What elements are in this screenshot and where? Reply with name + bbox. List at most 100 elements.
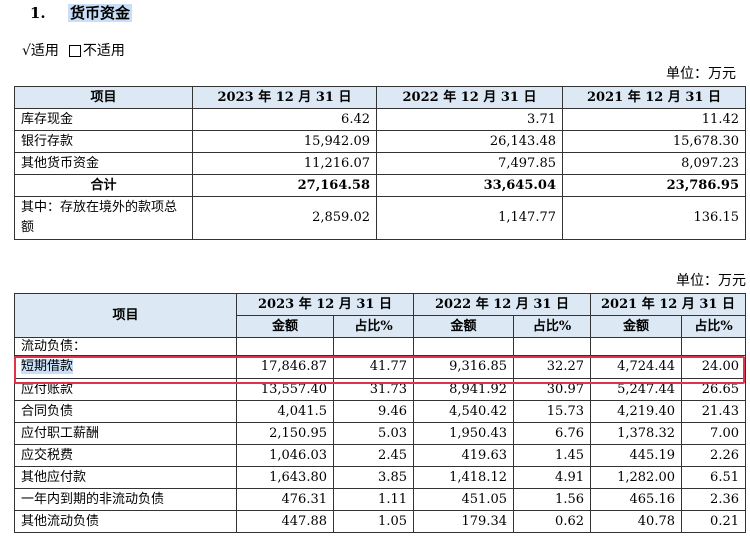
applicable-label: 适用 — [30, 43, 59, 59]
cell-value: 2,859.02 — [192, 196, 377, 240]
cell-value: 2.26 — [681, 444, 746, 467]
cell-value: 1,418.12 — [413, 466, 514, 489]
table-row: 库存现金 6.42 3.71 11.42 — [14, 108, 746, 131]
row-label: 其他流动负债 — [14, 510, 237, 533]
header-cell: 2021 年 12 月 31 日 — [562, 86, 746, 109]
empty-cell — [413, 337, 514, 356]
unchecked-box-icon — [68, 45, 81, 57]
cell-value: 476.31 — [236, 488, 334, 511]
cell-value: 27,164.58 — [192, 174, 377, 197]
row-label: 其他应付款 — [14, 466, 237, 489]
cell-value: 465.16 — [590, 488, 682, 511]
cell-value: 445.19 — [590, 444, 682, 467]
section-title: 货币资金 — [68, 4, 133, 22]
cell-value: 2.36 — [681, 488, 746, 511]
table-row: 应交税费 1,046.03 2.45 419.63 1.45 445.19 2.… — [14, 444, 746, 467]
header-cell: 2021 年 12 月 31 日 — [590, 293, 746, 316]
table-header-row: 项目 2023 年 12 月 31 日 2022 年 12 月 31 日 202… — [14, 86, 746, 109]
cell-value: 11,216.07 — [192, 152, 377, 175]
cell-value: 1.05 — [333, 510, 414, 533]
cell-value: 6.76 — [513, 422, 591, 445]
empty-cell — [236, 337, 334, 356]
table-row: 其他货币资金 11,216.07 7,497.85 8,097.23 — [14, 152, 746, 175]
row-label: 库存现金 — [14, 108, 193, 131]
empty-cell — [590, 337, 682, 356]
cell-value: 26,143.48 — [376, 130, 563, 153]
row-label: 一年内到期的非流动负债 — [14, 488, 237, 511]
overseas-row: 其中：存放在境外的款项总额 2,859.02 1,147.77 136.15 — [14, 196, 746, 240]
row-label: 合同负债 — [14, 400, 237, 423]
not-applicable-label: 不适用 — [82, 43, 125, 59]
cell-value: 5.03 — [333, 422, 414, 445]
cell-value: 179.34 — [413, 510, 514, 533]
cell-value: 11.42 — [562, 108, 746, 131]
cell-value: 2.45 — [333, 444, 414, 467]
row-label: 银行存款 — [14, 130, 193, 153]
cell-value: 33,645.04 — [376, 174, 563, 197]
cell-value: 6.51 — [681, 466, 746, 489]
cell-value: 1.11 — [333, 488, 414, 511]
table-row: 其他应付款 1,643.80 3.85 1,418.12 4.91 1,282.… — [14, 466, 746, 489]
header-cell: 2022 年 12 月 31 日 — [376, 86, 563, 109]
cell-value: 4,540.42 — [413, 400, 514, 423]
cell-value: 7,497.85 — [376, 152, 563, 175]
category-row: 流动负债： — [14, 337, 746, 356]
header-cell: 金额 — [590, 315, 682, 338]
cell-value: 7.00 — [681, 422, 746, 445]
header-cell: 2023 年 12 月 31 日 — [192, 86, 377, 109]
total-row: 合计 27,164.58 33,645.04 23,786.95 — [14, 174, 746, 197]
cell-value: 6.42 — [192, 108, 377, 131]
cash-table: 项目 2023 年 12 月 31 日 2022 年 12 月 31 日 202… — [14, 86, 746, 240]
cell-value: 15,678.30 — [562, 130, 746, 153]
header-cell: 金额 — [413, 315, 514, 338]
cell-value: 9.46 — [333, 400, 414, 423]
header-cell: 项目 — [14, 293, 237, 338]
cell-value: 419.63 — [413, 444, 514, 467]
cell-value: 1.56 — [513, 488, 591, 511]
check-mark: √ — [22, 43, 31, 59]
header-cell: 项目 — [14, 86, 193, 109]
row-label: 其他货币资金 — [14, 152, 193, 175]
liabilities-table: 项目 2023 年 12 月 31 日 2022 年 12 月 31 日 202… — [14, 293, 746, 533]
cell-value: 447.88 — [236, 510, 334, 533]
table-row: 应付职工薪酬 2,150.95 5.03 1,950.43 6.76 1,378… — [14, 422, 746, 445]
header-cell: 2023 年 12 月 31 日 — [236, 293, 414, 316]
table-row: 其他流动负债 447.88 1.05 179.34 0.62 40.78 0.2… — [14, 510, 746, 533]
header-cell: 金额 — [236, 315, 334, 338]
highlight-frame — [14, 356, 745, 384]
cell-value: 1,046.03 — [236, 444, 334, 467]
category-label: 流动负债： — [14, 337, 237, 356]
cell-value: 0.62 — [513, 510, 591, 533]
empty-cell — [333, 337, 414, 356]
table1-unit: 单位：万元 — [666, 66, 736, 82]
header-cell: 2022 年 12 月 31 日 — [413, 293, 591, 316]
cell-value: 451.05 — [413, 488, 514, 511]
cell-value: 1,643.80 — [236, 466, 334, 489]
table-header-row: 项目 2023 年 12 月 31 日 2022 年 12 月 31 日 202… — [14, 293, 746, 338]
section-number: 1. — [30, 4, 46, 22]
table2-unit: 单位：万元 — [676, 273, 746, 289]
empty-cell — [513, 337, 591, 356]
table-row: 合同负债 4,041.5 9.46 4,540.42 15.73 4,219.4… — [14, 400, 746, 423]
cell-value: 1,147.77 — [376, 196, 563, 240]
cell-value: 2,150.95 — [236, 422, 334, 445]
cell-value: 3.85 — [333, 466, 414, 489]
cell-value: 23,786.95 — [562, 174, 746, 197]
applicability-line: √适用 不适用 — [22, 40, 125, 62]
section-heading: 1. 货币资金 — [30, 2, 133, 24]
cell-value: 40.78 — [590, 510, 682, 533]
row-label: 应交税费 — [14, 444, 237, 467]
cell-value: 15,942.09 — [192, 130, 377, 153]
cell-value: 4.91 — [513, 466, 591, 489]
table-row: 一年内到期的非流动负债 476.31 1.11 451.05 1.56 465.… — [14, 488, 746, 511]
empty-cell — [681, 337, 746, 356]
cell-value: 1,282.00 — [590, 466, 682, 489]
cell-value: 4,219.40 — [590, 400, 682, 423]
row-label: 合计 — [14, 174, 193, 197]
cell-value: 0.21 — [681, 510, 746, 533]
header-cell: 占比% — [513, 315, 591, 338]
row-label: 其中：存放在境外的款项总额 — [14, 196, 193, 240]
cell-value: 1,378.32 — [590, 422, 682, 445]
header-cell: 占比% — [681, 315, 746, 338]
cell-value: 3.71 — [376, 108, 563, 131]
